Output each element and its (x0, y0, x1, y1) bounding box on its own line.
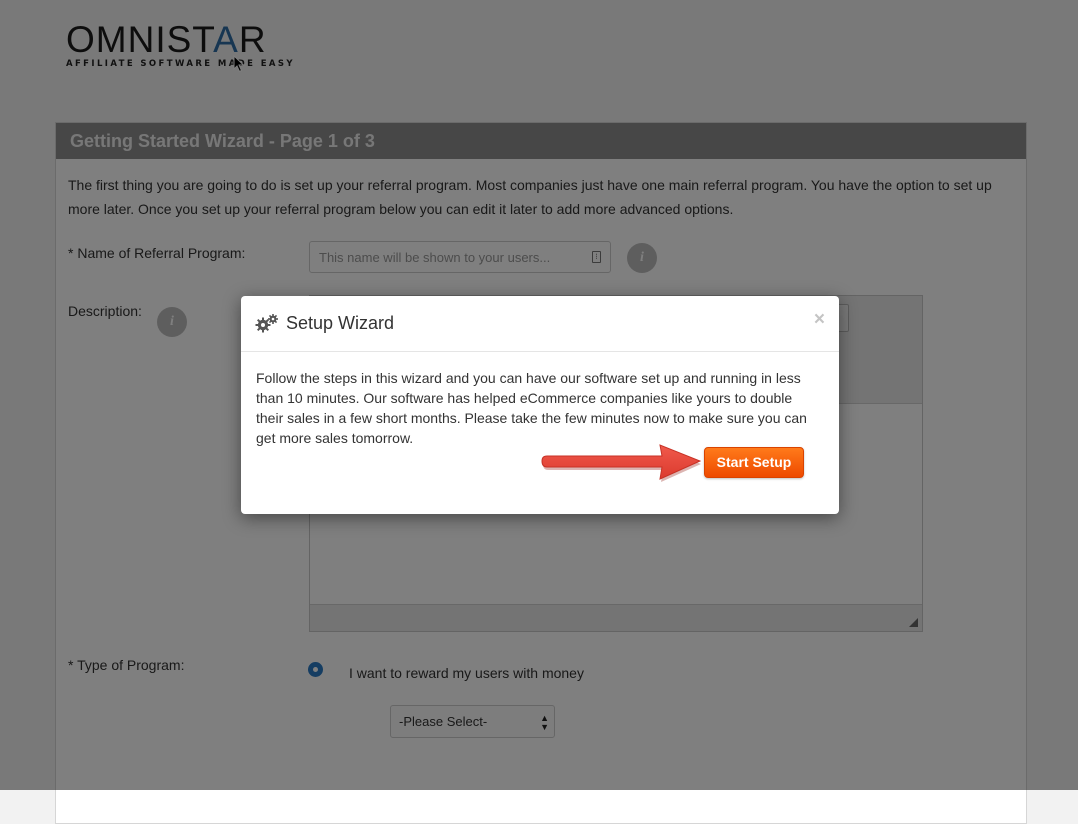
gears-icon (255, 314, 278, 333)
red-arrow-icon (541, 444, 702, 482)
modal-header: Setup Wizard × (241, 296, 839, 352)
setup-wizard-modal: Setup Wizard × Follow the steps in this … (241, 296, 839, 514)
close-icon[interactable]: × (814, 310, 825, 330)
modal-body-text: Follow the steps in this wizard and you … (256, 370, 807, 446)
modal-title: Setup Wizard (286, 313, 395, 333)
start-setup-button[interactable]: Start Setup (704, 447, 804, 478)
